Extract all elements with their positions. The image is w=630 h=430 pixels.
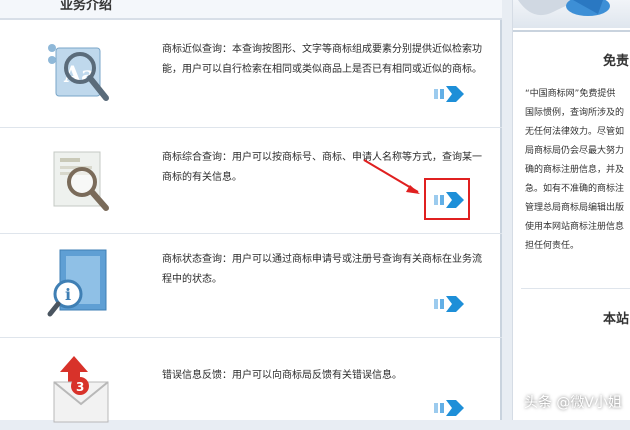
annotation-arrow xyxy=(363,159,420,194)
disclaimer-line: 局商标局仍会尽最大努力 xyxy=(525,146,625,156)
disclaimer-line: 管理总局商标局编辑出版 xyxy=(525,203,625,213)
disclaimer-sidebar: 免责 “中国商标网”免费提供 国际惯例，查询所涉及的 无任何法律效力。尽管如 局… xyxy=(512,0,630,420)
sidebar-divider xyxy=(521,288,630,289)
watermark-text: 头条 @微V小姐 xyxy=(523,395,622,411)
service-panel: 业务介绍 Aa 商标近似查询：本查询按图形、文字等商标组成要素分别提供近似检索功… xyxy=(0,0,502,423)
sidebar-divider xyxy=(513,30,630,32)
disclaimer-line: “中国商标网”免费提供 xyxy=(525,89,616,99)
sidebar-banner xyxy=(513,0,630,28)
sidebar-subtitle: 本站 xyxy=(603,312,630,327)
disclaimer-line: 使用本网站商标注册信息 xyxy=(525,222,625,232)
disclaimer-text: “中国商标网”免费提供 国际惯例，查询所涉及的 无任何法律效力。尽管如 局商标局… xyxy=(525,85,630,256)
disclaimer-line: 国际惯例，查询所涉及的 xyxy=(525,108,625,118)
disclaimer-line: 确的商标注册信息，并及 xyxy=(525,165,625,175)
disclaimer-line: 无任何法律效力。尽管如 xyxy=(525,127,625,137)
disclaimer-title: 免责 xyxy=(603,54,630,69)
disclaimer-line: 担任何责任。 xyxy=(525,241,580,251)
disclaimer-line: 急。如有不准确的商标注 xyxy=(525,184,625,194)
